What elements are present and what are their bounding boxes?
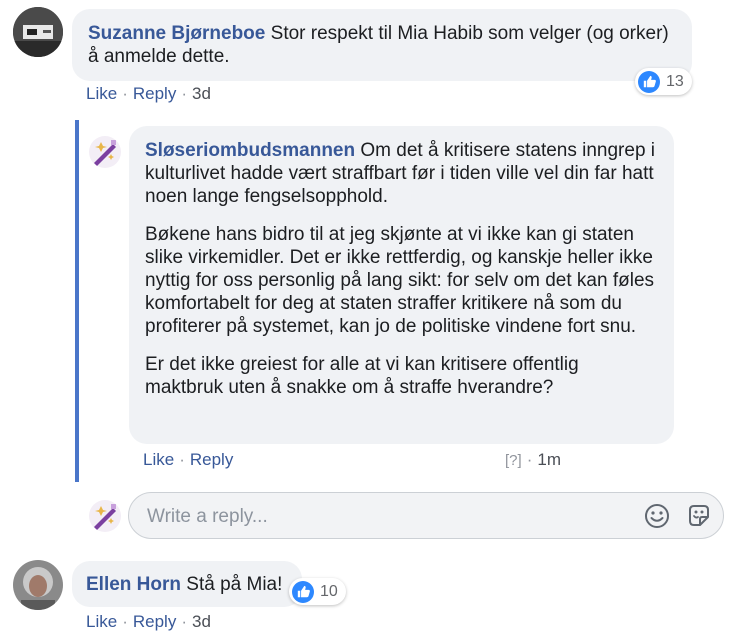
- reply-paragraph: Bøkene hans bidro til at jeg skjønte at …: [145, 224, 655, 337]
- separator-dot: ·: [181, 84, 187, 103]
- comment-timestamp[interactable]: 3d: [192, 612, 211, 631]
- like-link[interactable]: Like: [86, 612, 117, 631]
- like-link[interactable]: Like: [143, 450, 174, 469]
- comment-actions: Like · Reply · 3d: [86, 612, 211, 632]
- separator-dot: ·: [181, 612, 187, 631]
- avatar-photo-icon: [13, 560, 63, 610]
- reaction-count[interactable]: 13: [635, 68, 692, 95]
- comment-bubble: Suzanne Bjørneboe Stor respekt til Mia H…: [72, 9, 692, 81]
- unknown-badge: [?]: [505, 452, 522, 469]
- avatar-photo-icon: [13, 7, 63, 57]
- reply-meta: [?] · 1m: [505, 450, 561, 470]
- like-link[interactable]: Like: [86, 84, 117, 103]
- avatar-ellen[interactable]: [13, 560, 63, 610]
- reply-bubble: Sløseriombudsmannen Om det å kritisere s…: [129, 126, 674, 444]
- smiley-icon[interactable]: [644, 503, 670, 529]
- separator-dot: ·: [179, 450, 185, 469]
- reply-paragraph: Sløseriombudsmannen Om det å kritisere s…: [145, 139, 658, 208]
- current-user-avatar: [89, 500, 121, 532]
- reaction-count[interactable]: 10: [289, 578, 346, 605]
- wand-logo-icon: [89, 136, 121, 168]
- reaction-number: 13: [666, 72, 684, 90]
- reply-paragraph: Er det ikke greiest for alle at vi kan k…: [145, 354, 579, 398]
- comment-author[interactable]: Suzanne Bjørneboe: [88, 23, 265, 44]
- comment-actions: Like · Reply · 3d: [86, 84, 211, 104]
- comment-author[interactable]: Ellen Horn: [86, 574, 181, 595]
- comment-timestamp[interactable]: 3d: [192, 84, 211, 103]
- sticker-icon[interactable]: [686, 503, 712, 529]
- like-icon: [292, 580, 314, 603]
- reply-timestamp[interactable]: 1m: [537, 450, 561, 469]
- reply-author[interactable]: Sløseriombudsmannen: [145, 140, 355, 161]
- reply-thread-line: [75, 120, 79, 482]
- separator-dot: ·: [122, 84, 128, 103]
- like-icon: [638, 70, 660, 93]
- wand-logo-icon: [89, 500, 121, 532]
- separator-dot: ·: [526, 450, 533, 469]
- reply-box: [128, 492, 724, 539]
- avatar-sloseriombudsmannen[interactable]: [89, 136, 121, 168]
- reply-input[interactable]: [145, 503, 629, 531]
- avatar-suzanne[interactable]: [13, 7, 63, 57]
- comment-bubble: Ellen Horn Stå på Mia!: [72, 561, 302, 607]
- reply-link[interactable]: Reply: [133, 84, 176, 103]
- reply-actions: Like · Reply: [143, 450, 233, 470]
- reply-link[interactable]: Reply: [133, 612, 176, 631]
- separator-dot: ·: [122, 612, 128, 631]
- reaction-number: 10: [320, 582, 338, 600]
- comment-text: Stå på Mia!: [186, 574, 283, 595]
- reply-link[interactable]: Reply: [190, 450, 233, 469]
